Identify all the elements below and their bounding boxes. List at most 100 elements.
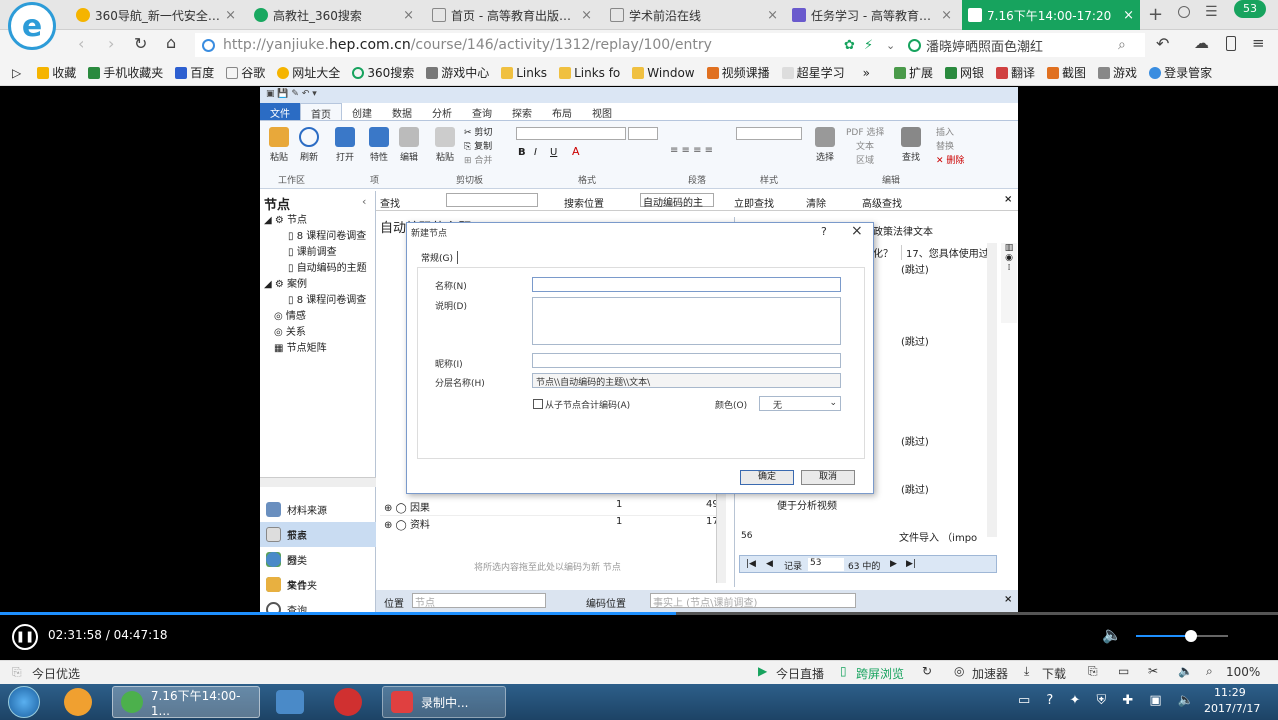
tab-close-icon[interactable]: × xyxy=(581,8,592,23)
ext-screenshot[interactable]: 截图 xyxy=(1047,64,1086,81)
sound-icon[interactable]: 🔈 xyxy=(1178,664,1193,678)
ribbon-tab-layout[interactable]: 布局 xyxy=(542,103,582,120)
prev-record-icon[interactable]: ◀ xyxy=(766,559,773,569)
tree-item[interactable]: ▯ 自动编码的主题 xyxy=(264,261,376,277)
tab-close-icon[interactable]: × xyxy=(403,8,414,23)
nickname-input[interactable] xyxy=(532,353,841,368)
tree-item[interactable]: ▦ 节点矩阵 xyxy=(264,341,376,357)
ext-games[interactable]: 游戏 xyxy=(1098,64,1137,81)
dropdown-chevron-icon[interactable]: ⌄ xyxy=(886,39,895,52)
taskbar-record-icon[interactable] xyxy=(334,688,362,716)
dataset-vscrollbar[interactable] xyxy=(987,243,997,537)
browser-logo-icon[interactable]: e xyxy=(8,2,56,50)
advanced-find-button[interactable]: 高级查找 xyxy=(862,195,902,210)
today-live-link[interactable]: 今日直播 xyxy=(776,665,824,682)
coding-position-field[interactable]: 事实上 (节点\课前调查) xyxy=(650,593,856,608)
status-close-icon[interactable]: × xyxy=(1004,594,1012,605)
color-select[interactable]: 无 ⌄ xyxy=(759,396,841,411)
bookmark-mobile[interactable]: 手机收藏夹 xyxy=(88,64,163,81)
forward-icon[interactable]: › xyxy=(108,34,114,53)
ribbon-tab-file[interactable]: 文件 xyxy=(260,103,300,120)
window-icon[interactable]: ▭ xyxy=(1118,664,1129,678)
ext-login-manager[interactable]: 登录管家 xyxy=(1149,64,1212,81)
progress-track[interactable] xyxy=(0,612,1278,615)
sidebar-toggle-icon[interactable]: ▷ xyxy=(12,66,21,80)
search-icon[interactable]: ⌕ xyxy=(1118,37,1126,53)
text-select-button[interactable]: 文本 xyxy=(856,139,874,152)
auto-topic-field[interactable]: 自动编码的主 xyxy=(640,193,714,209)
tree-item[interactable]: ◢ ⚙ 节点 xyxy=(264,213,376,229)
cross-screen-link[interactable]: 跨屏浏览 xyxy=(856,665,904,682)
clock-date[interactable]: 2017/7/17 xyxy=(1204,702,1260,715)
ribbon-tab-analyze[interactable]: 分析 xyxy=(422,103,462,120)
name-input[interactable] xyxy=(532,277,841,292)
ribbon-edit-button[interactable]: 编辑 xyxy=(394,127,424,163)
bookmark-360-search[interactable]: 360搜索 xyxy=(352,64,414,81)
tree-item[interactable]: ◢ ⚙ 案例 xyxy=(264,277,376,293)
ribbon-merge-button[interactable]: ⊞ 合并 xyxy=(464,153,492,166)
description-textarea[interactable] xyxy=(532,297,841,345)
tab-hep-home[interactable]: 首页 - 高等教育出版社门 × xyxy=(426,0,598,30)
ribbon-refresh-button[interactable]: 刷新 xyxy=(294,127,324,163)
start-button-icon[interactable] xyxy=(8,686,40,718)
accelerator-link[interactable]: 加速器 xyxy=(972,665,1008,682)
screenshot-icon[interactable]: ✂ xyxy=(1148,664,1158,678)
bookmark-links-fo[interactable]: Links fo xyxy=(559,66,620,80)
tree-hscrollbar[interactable] xyxy=(260,477,376,487)
bold-button[interactable]: B xyxy=(518,147,526,158)
nav-queries-button[interactable]: 查询 xyxy=(260,597,376,612)
zoom-level[interactable]: 100% xyxy=(1226,665,1260,679)
font-family-select[interactable] xyxy=(516,127,626,140)
ribbon-tab-create[interactable]: 创建 xyxy=(342,103,382,120)
bookmark-baidu[interactable]: 百度 xyxy=(175,64,214,81)
tree-item[interactable]: ◎ 关系 xyxy=(264,325,376,341)
clock-time[interactable]: 11:29 xyxy=(1214,686,1246,699)
italic-button[interactable]: I xyxy=(534,147,537,158)
ribbon-select-button[interactable]: 选择 xyxy=(810,127,840,163)
notification-badge[interactable]: 53 xyxy=(1234,0,1266,18)
tab-close-icon[interactable]: × xyxy=(767,8,778,23)
daily-picks-link[interactable]: 今日优选 xyxy=(32,665,80,682)
taskbar-recording-button[interactable]: 录制中... xyxy=(382,686,506,718)
dialog-help-button[interactable]: ? xyxy=(821,225,827,238)
tree-item[interactable]: ◎ 情感 xyxy=(264,309,376,325)
tab-task-study[interactable]: 任务学习 - 高等教育出版 × xyxy=(786,0,958,30)
bookmark-video-course[interactable]: 视频课播 xyxy=(706,64,770,81)
volume-handle[interactable] xyxy=(1185,630,1198,642)
tab-360-nav[interactable]: 360导航_新一代安全上网 × xyxy=(70,0,242,30)
find-now-button[interactable]: 立即查找 xyxy=(734,195,774,210)
ext-translate[interactable]: 翻译 xyxy=(996,64,1035,81)
find-input[interactable] xyxy=(446,193,538,207)
taskbar-app-icon[interactable] xyxy=(276,690,304,714)
font-color-button[interactable]: A xyxy=(572,145,580,158)
nav-maps-button[interactable]: 图 xyxy=(260,547,376,572)
bookmark-links[interactable]: Links xyxy=(501,66,547,80)
refresh-icon[interactable]: ↻ xyxy=(134,34,147,53)
ribbon-tab-query[interactable]: 查询 xyxy=(462,103,502,120)
bookmark-chaoxing[interactable]: 超星学习 xyxy=(781,64,845,81)
bookmark-more[interactable]: » xyxy=(863,66,870,80)
home-icon[interactable]: ⌂ xyxy=(166,33,176,52)
tab-close-icon[interactable]: × xyxy=(225,8,236,23)
volume-icon[interactable]: 🔈 xyxy=(1102,625,1122,644)
record-input[interactable]: 53 xyxy=(808,558,844,571)
taskbar-360-icon[interactable] xyxy=(64,688,92,716)
nav-reports-button[interactable]: 报表 xyxy=(260,522,376,547)
ribbon-paste-button[interactable]: 粘贴 xyxy=(264,127,294,163)
next-record-icon[interactable]: ▶ xyxy=(890,559,897,569)
ribbon-find-button[interactable]: 查找 xyxy=(896,127,926,163)
tab-list-icon[interactable]: ☰ xyxy=(1205,4,1218,20)
tab-restore-icon[interactable] xyxy=(1178,6,1190,18)
style-select[interactable] xyxy=(736,127,802,140)
position-field[interactable]: 节点 xyxy=(412,593,546,609)
table-row[interactable]: ⊕ ◯ 因果 1 49 xyxy=(380,499,720,516)
undo-icon[interactable]: ↶ xyxy=(1156,34,1169,53)
bookmark-window[interactable]: Window xyxy=(632,66,695,80)
last-record-icon[interactable]: ▶| xyxy=(906,559,916,569)
tab-360-search[interactable]: 高教社_360搜索 × xyxy=(248,0,420,30)
video-player[interactable]: ▣ 💾 ✎ ↶ ▾ 文件 首页 创建 数据 分析 查询 探索 布局 视图 粘贴 … xyxy=(0,87,1278,612)
nav-collapse-icon[interactable]: ‹ xyxy=(362,195,366,208)
download-link[interactable]: 下载 xyxy=(1042,665,1066,682)
tab-close-icon[interactable]: × xyxy=(1123,8,1134,23)
tab-live-replay[interactable]: 7.16下午14:00-17:20 × xyxy=(962,0,1140,30)
